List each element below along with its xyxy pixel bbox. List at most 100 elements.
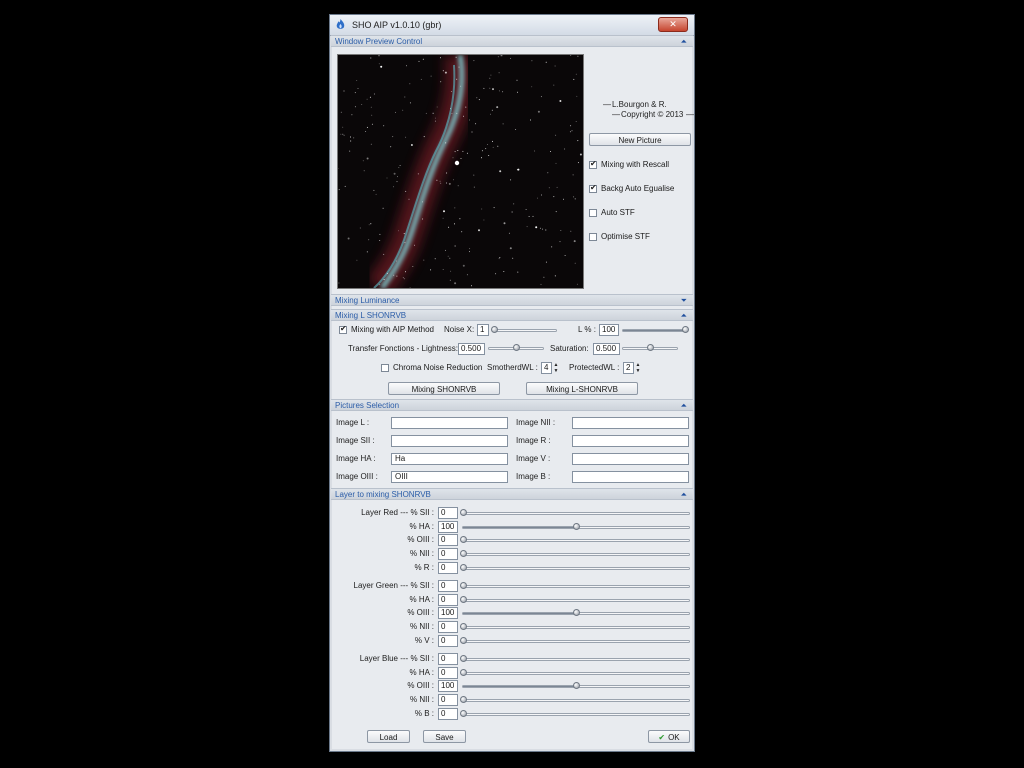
image-select-left-3[interactable]: OIII xyxy=(391,471,508,483)
channel-value-input[interactable]: 0 xyxy=(438,561,458,574)
l-pct-slider-handle[interactable] xyxy=(682,326,689,333)
load-button[interactable]: Load xyxy=(367,730,410,743)
noise-input[interactable]: 1 xyxy=(477,324,489,336)
new-picture-button[interactable]: New Picture xyxy=(589,133,691,146)
transfer-slider-handle[interactable] xyxy=(513,344,520,351)
image-select-right-3[interactable] xyxy=(572,471,689,483)
section-mixing-luminance-label: Mixing Luminance xyxy=(335,296,400,305)
image-select-right-2[interactable] xyxy=(572,453,689,465)
channel-slider-handle[interactable] xyxy=(460,655,467,662)
aip-method-checkbox[interactable]: ✔ xyxy=(339,324,347,334)
channel-slider[interactable] xyxy=(460,655,690,662)
chroma-noise-label: Chroma Noise Reduction xyxy=(393,363,483,372)
channel-slider-handle[interactable] xyxy=(573,522,580,530)
image-select-left-2[interactable]: Ha xyxy=(391,453,508,465)
option-checkbox-3[interactable] xyxy=(589,233,597,241)
channel-slider[interactable] xyxy=(460,536,690,544)
channel-slider[interactable] xyxy=(460,550,690,558)
image-label-left-0: Image L : xyxy=(336,418,370,427)
l-pct-slider[interactable] xyxy=(622,326,689,333)
channel-slider[interactable] xyxy=(460,582,690,589)
preview-image[interactable] xyxy=(337,54,584,289)
section-mixing-luminance[interactable]: Mixing Luminance ⏷ xyxy=(331,294,693,306)
saturation-input[interactable]: 0.500 xyxy=(593,343,620,355)
channel-value-input[interactable]: 100 xyxy=(438,520,458,533)
transfer-slider[interactable] xyxy=(488,344,544,351)
layer-name: Layer Blue xyxy=(359,654,398,663)
channel-slider[interactable] xyxy=(460,636,690,644)
image-label-right-1: Image R : xyxy=(516,436,551,445)
channel-slider-handle[interactable] xyxy=(460,595,467,603)
channel-slider[interactable] xyxy=(460,509,690,516)
protected-spinner[interactable]: ▲ ▼ xyxy=(635,362,641,374)
noise-slider[interactable] xyxy=(491,326,557,333)
channel-value-input[interactable]: 0 xyxy=(438,593,458,606)
channel-slider[interactable] xyxy=(460,709,690,717)
channel-slider[interactable] xyxy=(460,668,690,676)
ok-button[interactable]: ✔ OK xyxy=(648,730,690,743)
title-bar[interactable]: SHO AIP v1.0.10 (gbr) ✕ xyxy=(330,15,694,36)
channel-value-input[interactable]: 0 xyxy=(438,534,458,547)
channel-value-input[interactable]: 100 xyxy=(438,680,458,693)
chroma-noise-checkbox[interactable] xyxy=(381,364,389,372)
channel-slider[interactable] xyxy=(462,609,690,617)
layer-row-label: % OIII : xyxy=(407,608,434,617)
collapse-chevron-icon[interactable]: ⏶ xyxy=(681,489,687,501)
channel-value-input[interactable]: 0 xyxy=(438,507,458,519)
channel-label: % SII : xyxy=(410,508,434,517)
channel-value-input[interactable]: 100 xyxy=(438,607,458,620)
save-button[interactable]: Save xyxy=(423,730,466,743)
channel-value-input[interactable]: 0 xyxy=(438,548,458,561)
image-select-right-1[interactable] xyxy=(572,435,689,447)
saturation-slider[interactable] xyxy=(622,344,678,351)
channel-slider-handle[interactable] xyxy=(460,582,467,589)
saturation-slider-handle[interactable] xyxy=(647,344,654,351)
smothered-spinner[interactable]: ▲ ▼ xyxy=(553,362,559,374)
image-select-left-1[interactable] xyxy=(391,435,508,447)
channel-slider[interactable] xyxy=(460,563,690,571)
noise-slider-handle[interactable] xyxy=(491,326,498,333)
credits-line-2: Copyright © 2013 xyxy=(621,110,684,119)
channel-slider[interactable] xyxy=(460,623,690,631)
channel-slider[interactable] xyxy=(460,696,690,704)
close-button[interactable]: ✕ xyxy=(658,17,688,32)
section-mixing-l-shonrvb[interactable]: Mixing L SHONRVB ⏶ xyxy=(331,309,693,321)
section-pictures-selection[interactable]: Pictures Selection ⏶ xyxy=(331,399,693,411)
image-select-right-0[interactable] xyxy=(572,417,689,429)
transfer-input[interactable]: 0.500 xyxy=(458,343,485,355)
collapse-chevron-icon[interactable]: ⏷ xyxy=(681,295,687,307)
channel-label: % HA : xyxy=(409,667,434,677)
option-checkbox-2[interactable] xyxy=(589,209,597,217)
channel-slider-handle[interactable] xyxy=(460,668,467,676)
channel-value-input[interactable]: 0 xyxy=(438,580,458,592)
channel-slider-handle[interactable] xyxy=(460,509,467,516)
channel-slider[interactable] xyxy=(460,595,690,603)
channel-value-input[interactable]: 0 xyxy=(438,694,458,707)
layer-row-label: Layer Red --- % SII : xyxy=(361,508,434,517)
channel-value-input[interactable]: 0 xyxy=(438,634,458,647)
channel-value-input[interactable]: 0 xyxy=(438,653,458,665)
option-checkbox-0[interactable]: ✔ xyxy=(589,159,597,169)
channel-value-input[interactable]: 0 xyxy=(438,707,458,720)
section-window-preview-control[interactable]: Window Preview Control ⏶ xyxy=(331,35,693,47)
section-layer-to-mixing[interactable]: Layer to mixing SHONRVB ⏶ xyxy=(331,488,693,500)
collapse-chevron-icon[interactable]: ⏶ xyxy=(681,400,687,412)
channel-slider[interactable] xyxy=(462,682,690,690)
ok-check-icon: ✔ xyxy=(658,733,666,742)
channel-slider[interactable] xyxy=(462,522,690,530)
channel-slider-handle[interactable] xyxy=(460,709,467,717)
image-select-left-0[interactable] xyxy=(391,417,508,429)
channel-value-input[interactable]: 0 xyxy=(438,666,458,679)
layer-row-label: Layer Green --- % SII : xyxy=(354,581,434,590)
channel-slider-handle[interactable] xyxy=(460,563,467,571)
collapse-chevron-icon[interactable]: ⏶ xyxy=(681,36,687,48)
collapse-chevron-icon[interactable]: ⏶ xyxy=(681,310,687,322)
l-pct-input[interactable]: 100 xyxy=(599,324,619,336)
smothered-input[interactable]: 4 xyxy=(541,362,552,374)
channel-slider-handle[interactable] xyxy=(460,636,467,644)
protected-input[interactable]: 2 xyxy=(623,362,634,374)
option-checkbox-1[interactable]: ✔ xyxy=(589,183,597,193)
channel-value-input[interactable]: 0 xyxy=(438,621,458,634)
mixing-l-shonrvb-button[interactable]: Mixing L-SHONRVB xyxy=(526,382,638,395)
mixing-shonrvb-button[interactable]: Mixing SHONRVB xyxy=(388,382,500,395)
